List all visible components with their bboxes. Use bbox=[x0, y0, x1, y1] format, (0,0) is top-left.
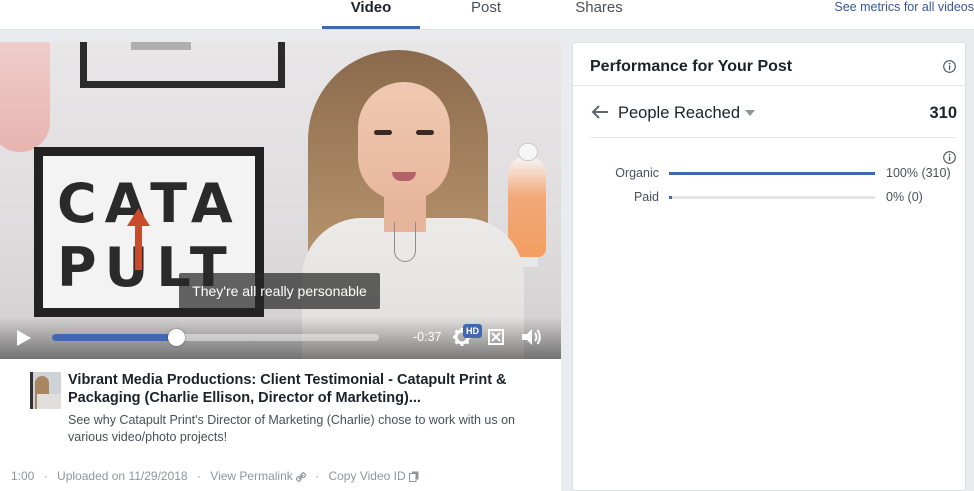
background-frame bbox=[80, 42, 285, 88]
progress-bar[interactable] bbox=[52, 329, 379, 346]
info-icon[interactable] bbox=[943, 60, 956, 73]
fullscreen-icon[interactable] bbox=[487, 328, 505, 346]
speaker-face bbox=[358, 82, 450, 200]
reach-row-label: Paid bbox=[633, 190, 659, 204]
see-all-metrics-link[interactable]: See metrics for all videos bbox=[834, 0, 974, 15]
reach-bar-fill bbox=[669, 172, 875, 175]
reach-row-label: Organic bbox=[615, 166, 659, 180]
reach-bar-track bbox=[669, 196, 875, 199]
upload-date: Uploaded on 11/29/2018 bbox=[57, 469, 188, 483]
speaker-mouth bbox=[392, 172, 416, 181]
time-remaining: -0:37 bbox=[413, 330, 442, 344]
back-arrow-icon[interactable] bbox=[591, 105, 609, 119]
video-footer: 1:00 · Uploaded on 11/29/2018 · View Per… bbox=[11, 468, 419, 484]
volume-icon[interactable] bbox=[520, 327, 542, 347]
progress-fill bbox=[52, 334, 177, 341]
copy-video-id-label: Copy Video ID bbox=[328, 469, 406, 483]
caret-down-icon[interactable] bbox=[745, 110, 755, 116]
hd-badge: HD bbox=[463, 324, 482, 338]
link-icon bbox=[295, 472, 306, 482]
copy-icon bbox=[408, 471, 419, 482]
video-details: Vibrant Media Productions: Client Testim… bbox=[0, 359, 561, 491]
tab-post[interactable]: Post bbox=[448, 0, 524, 30]
video-player[interactable]: CATA PULT They're all really personable bbox=[0, 42, 561, 359]
reach-bar-fill bbox=[669, 196, 672, 199]
top-tab-bar: Video Post Shares See metrics for all vi… bbox=[0, 0, 974, 30]
metric-selector[interactable]: People Reached bbox=[618, 103, 740, 123]
video-controls: -0:37 HD bbox=[0, 317, 561, 359]
metric-value: 310 bbox=[929, 104, 957, 122]
copy-video-id-link[interactable]: Copy Video ID bbox=[328, 468, 419, 484]
background-lamp bbox=[0, 42, 50, 152]
video-duration: 1:00 bbox=[11, 469, 35, 483]
performance-panel: Performance for Your Post People Reached… bbox=[572, 42, 966, 491]
speaker-eye-right bbox=[416, 130, 434, 135]
separator: · bbox=[43, 469, 48, 483]
reach-bar-track bbox=[669, 172, 875, 175]
play-icon[interactable] bbox=[16, 329, 32, 347]
thumbnail-sign bbox=[11, 372, 33, 409]
view-permalink-link[interactable]: View Permalink bbox=[210, 468, 306, 484]
video-title[interactable]: Vibrant Media Productions: Client Testim… bbox=[68, 371, 538, 407]
view-permalink-label: View Permalink bbox=[210, 469, 293, 483]
video-caption: They're all really personable bbox=[179, 273, 380, 309]
video-description: See why Catapult Print's Director of Mar… bbox=[68, 413, 516, 444]
speaker bbox=[262, 42, 561, 359]
separator: · bbox=[196, 469, 201, 483]
thumbnail-sweater bbox=[37, 394, 61, 409]
progress-scrubber[interactable] bbox=[168, 329, 186, 346]
video-panel: CATA PULT They're all really personable bbox=[0, 42, 561, 491]
tab-shares[interactable]: Shares bbox=[566, 0, 632, 30]
speaker-necklace bbox=[394, 222, 416, 262]
divider bbox=[590, 137, 956, 138]
video-thumbnail[interactable] bbox=[11, 372, 61, 409]
divider bbox=[573, 85, 965, 86]
reach-row-paid: Paid 0% (0) bbox=[573, 190, 965, 210]
info-icon[interactable] bbox=[943, 151, 956, 164]
reach-row-organic: Organic 100% (310) bbox=[573, 166, 965, 186]
reach-row-percent: 100% (310) bbox=[886, 166, 951, 180]
panel-title: Performance for Your Post bbox=[590, 58, 793, 75]
reach-row-percent: 0% (0) bbox=[886, 190, 923, 204]
separator: · bbox=[315, 469, 320, 483]
speaker-eye-left bbox=[374, 130, 392, 135]
tab-video[interactable]: Video bbox=[322, 0, 420, 30]
